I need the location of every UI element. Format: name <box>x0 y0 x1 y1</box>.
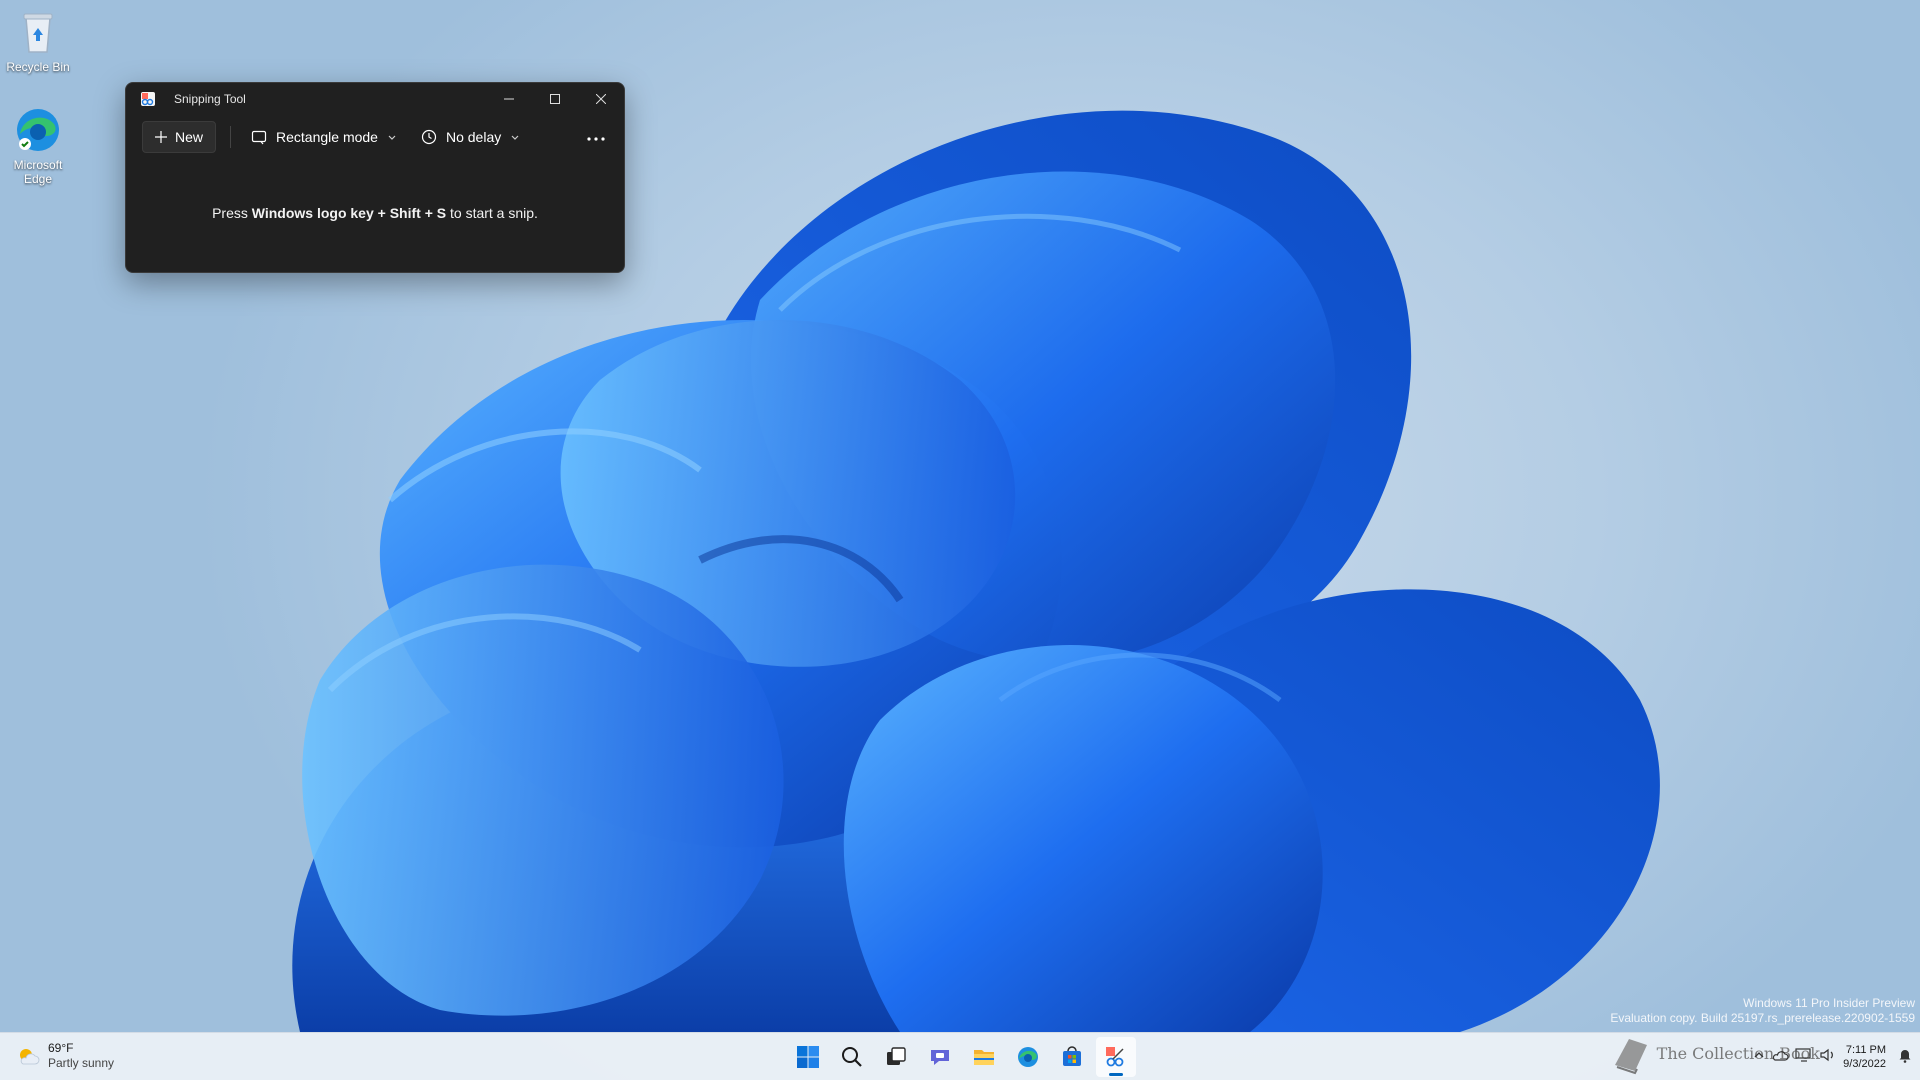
edge-button[interactable] <box>1008 1037 1048 1077</box>
weather-condition: Partly sunny <box>48 1056 115 1070</box>
rectangle-mode-icon <box>251 130 267 145</box>
bell-icon <box>1899 1049 1911 1063</box>
minimize-button[interactable] <box>486 83 532 115</box>
taskbar: 69°F Partly sunny The Collection Book 7:… <box>0 1032 1920 1080</box>
weather-temp: 69°F <box>48 1041 74 1055</box>
desktop-icon-recycle-bin[interactable]: Recycle Bin <box>0 8 76 74</box>
chevron-down-icon <box>388 135 396 140</box>
snip-hint: Press Windows logo key + Shift + S to st… <box>126 159 624 272</box>
plus-icon <box>155 131 167 143</box>
snip-mode-label: Rectangle mode <box>276 129 378 145</box>
search-icon <box>842 1047 862 1067</box>
hint-suffix: to start a snip. <box>446 205 538 221</box>
edge-icon <box>1018 1047 1038 1067</box>
snipping-tool-icon <box>141 92 155 106</box>
maximize-button[interactable] <box>532 83 578 115</box>
search-button[interactable] <box>832 1037 872 1077</box>
onedrive-button[interactable] <box>1771 1048 1789 1067</box>
hint-prefix: Press <box>212 205 252 221</box>
monitor-icon <box>1795 1047 1811 1062</box>
close-button[interactable] <box>578 83 624 115</box>
watermark-line-1: Windows 11 Pro Insider Preview <box>1743 996 1915 1010</box>
partly-sunny-icon <box>20 1049 40 1065</box>
title-bar[interactable]: Snipping Tool <box>126 83 624 115</box>
clock-date: 9/3/2022 <box>1843 1058 1886 1070</box>
clock-icon <box>421 129 437 145</box>
volume-button[interactable] <box>1819 1047 1837 1068</box>
new-snip-label: New <box>175 129 204 145</box>
snip-mode-dropdown[interactable]: Rectangle mode <box>245 121 403 153</box>
file-explorer-icon <box>974 1050 994 1065</box>
watermark-line-2: Evaluation copy. Build 25197.rs_prerelea… <box>1610 1011 1915 1025</box>
task-view-icon <box>887 1047 906 1065</box>
desktop-icon-label: Microsoft Edge <box>13 158 63 186</box>
taskbar-apps <box>788 1037 1136 1077</box>
more-options-button[interactable] <box>578 123 614 155</box>
chevron-down-icon <box>511 135 519 140</box>
window-title: Snipping Tool <box>174 92 246 106</box>
store-button[interactable] <box>1052 1037 1092 1077</box>
weather-widget[interactable]: 69°F Partly sunny <box>16 1041 114 1071</box>
delay-dropdown[interactable]: No delay <box>415 121 526 153</box>
more-icon <box>587 137 605 141</box>
toolbar-divider <box>230 126 232 148</box>
snip-toolbar: New Rectangle mode No delay <box>126 115 624 159</box>
close-icon <box>596 94 606 104</box>
volume-icon <box>1820 1048 1834 1061</box>
system-tray: 7:11 PM 9/3/2022 <box>1753 1037 1912 1077</box>
teams-chat-button[interactable] <box>920 1037 960 1077</box>
chevron-up-icon <box>1754 1052 1764 1058</box>
clock-time: 7:11 PM <box>1845 1044 1886 1056</box>
snipping-tool-icon <box>1106 1047 1124 1067</box>
store-icon <box>1063 1046 1081 1066</box>
teams-chat-icon <box>931 1050 949 1065</box>
new-snip-button[interactable]: New <box>142 121 217 153</box>
start-button[interactable] <box>788 1037 828 1077</box>
clock[interactable]: 7:11 PM 9/3/2022 <box>1843 1043 1886 1071</box>
delay-label: No delay <box>445 129 502 145</box>
show-hidden-icons-button[interactable] <box>1753 1048 1765 1066</box>
minimize-icon <box>504 98 514 100</box>
network-button[interactable] <box>1795 1047 1813 1068</box>
maximize-icon <box>550 94 560 104</box>
desktop-icon-label: Recycle Bin <box>6 60 70 74</box>
snipping-tool-taskbar-button[interactable] <box>1096 1037 1136 1077</box>
file-explorer-button[interactable] <box>964 1037 1004 1077</box>
start-icon <box>797 1046 819 1068</box>
desktop-icon-edge[interactable]: Microsoft Edge <box>0 106 76 186</box>
snipping-tool-window[interactable]: Snipping Tool New Rectangle mode No dela… <box>125 82 625 273</box>
cloud-icon <box>1773 1050 1789 1061</box>
edge-icon <box>17 109 59 151</box>
book-icon <box>1614 1039 1647 1075</box>
task-view-button[interactable] <box>876 1037 916 1077</box>
evaluation-watermark: Windows 11 Pro Insider Preview Evaluatio… <box>1610 996 1915 1026</box>
notifications-button[interactable] <box>1898 1047 1912 1068</box>
recycle-bin-icon <box>23 13 53 53</box>
hint-keys: Windows logo key + Shift + S <box>251 205 447 221</box>
